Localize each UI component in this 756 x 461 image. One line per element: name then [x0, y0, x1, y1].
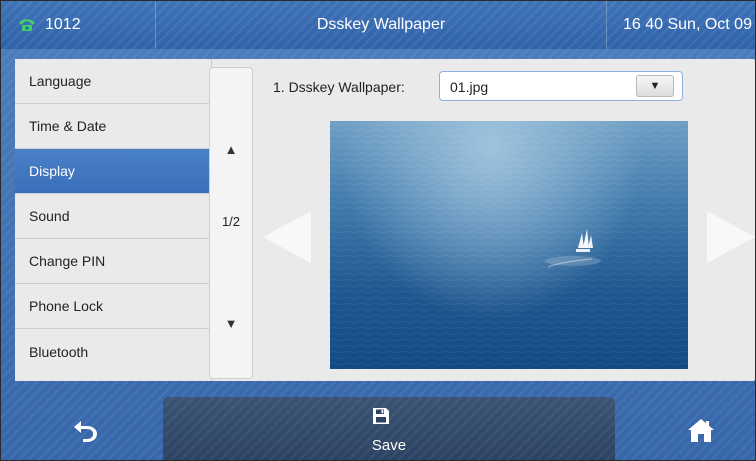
wallpaper-select-value: 01.jpg: [450, 79, 489, 95]
phone-icon: [17, 17, 37, 33]
home-button[interactable]: [681, 415, 721, 449]
account-status[interactable]: 1012: [1, 1, 156, 49]
page-indicator: 1/2: [221, 214, 241, 229]
back-arrow-icon: [72, 418, 100, 447]
next-wallpaper-button[interactable]: [707, 211, 755, 263]
triangle-up-icon: ▲: [224, 141, 238, 157]
phone-screen: 1012 Dsskey Wallpaper 16 40 Sun, Oct 09 …: [0, 0, 756, 461]
date-time: 16 40 Sun, Oct 09: [623, 16, 752, 33]
previous-wallpaper-button[interactable]: [263, 211, 311, 263]
scroll-up-button[interactable]: ▲: [210, 134, 252, 164]
menu-item-sound[interactable]: Sound: [15, 194, 211, 239]
wallpaper-select[interactable]: 01.jpg ▼: [439, 71, 683, 101]
triangle-down-icon: ▼: [224, 315, 238, 331]
page-title: Dsskey Wallpaper: [156, 1, 607, 49]
back-button[interactable]: [61, 415, 111, 449]
menu-item-label: Time & Date: [29, 118, 107, 134]
account-number: 1012: [45, 16, 81, 33]
menu-item-label: Phone Lock: [29, 298, 103, 314]
menu-item-label: Language: [29, 73, 92, 89]
menu-item-label: Sound: [29, 208, 70, 224]
menu-item-label: Change PIN: [29, 253, 106, 269]
menu-item-display[interactable]: Display: [15, 149, 211, 194]
dropdown-button[interactable]: ▼: [636, 75, 674, 97]
home-icon: [687, 417, 715, 448]
menu-item-label: Display: [29, 163, 75, 179]
menu-item-change-pin[interactable]: Change PIN: [15, 239, 211, 284]
wallpaper-field-label: 1. Dsskey Wallpaper:: [273, 79, 405, 95]
menu-item-label: Bluetooth: [29, 343, 89, 360]
floppy-disk-icon: [372, 407, 390, 425]
triangle-down-icon: ▼: [649, 80, 661, 92]
menu-scrollbar[interactable]: ▲ 1/2 ▼: [209, 67, 253, 379]
title-bar: 1012 Dsskey Wallpaper 16 40 Sun, Oct 09: [1, 1, 755, 49]
menu-item-bluetooth[interactable]: Bluetooth: [15, 329, 211, 374]
save-button[interactable]: Save: [163, 397, 615, 460]
menu-item-time-date[interactable]: Time & Date: [15, 104, 211, 149]
wallpaper-preview-image: [330, 121, 688, 369]
menu-item-phone-lock[interactable]: Phone Lock: [15, 284, 211, 329]
scroll-down-button[interactable]: ▼: [210, 308, 252, 338]
softkey-bar: Save: [1, 397, 755, 460]
settings-menu: Language Time & Date Display Sound Chang…: [15, 59, 212, 381]
save-label: Save: [371, 437, 407, 454]
content-panel: Language Time & Date Display Sound Chang…: [15, 59, 755, 381]
menu-item-language[interactable]: Language: [15, 59, 211, 104]
